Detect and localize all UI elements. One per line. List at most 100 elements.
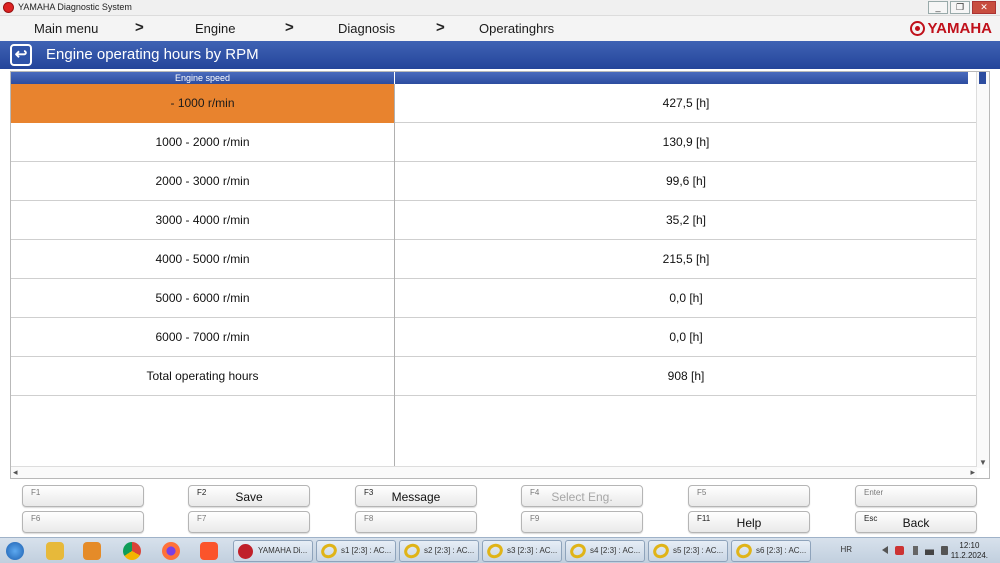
taskbar-task-s4[interactable]: s4 [2:3] : AC... xyxy=(565,540,645,562)
scroll-thumb[interactable] xyxy=(979,72,986,84)
table-row[interactable]: 4000 - 5000 r/min 215,5 [h] xyxy=(11,240,977,279)
task-label: s6 [2:3] : AC... xyxy=(756,546,807,555)
hours-cell: 130,9 [h] xyxy=(662,135,710,149)
start-button-icon[interactable] xyxy=(6,542,24,560)
taskbar: YAMAHA Di... s1 [2:3] : AC... s2 [2:3] :… xyxy=(0,537,1000,563)
function-key-label: F7 xyxy=(197,514,207,523)
chrome-icon[interactable] xyxy=(123,542,141,560)
task-label: YAMAHA Di... xyxy=(258,546,308,555)
taskbar-task-s3[interactable]: s3 [2:3] : AC... xyxy=(482,540,562,562)
flag-icon[interactable] xyxy=(895,546,904,555)
task-label: s3 [2:3] : AC... xyxy=(507,546,558,555)
yamaha-app-icon xyxy=(3,2,14,13)
taskbar-task-s6[interactable]: s6 [2:3] : AC... xyxy=(731,540,811,562)
scroll-left-icon[interactable]: ◂ xyxy=(13,467,18,478)
clock-date: 11.2.2024. xyxy=(950,551,988,560)
total-label-cell: Total operating hours xyxy=(146,369,259,383)
function-key-label: F6 xyxy=(31,514,41,523)
table-row[interactable]: - 1000 r/min 427,5 [h] xyxy=(11,84,977,123)
window-titlebar: YAMAHA Diagnostic System _ ❐ ✕ xyxy=(0,0,1000,16)
ring-icon xyxy=(733,541,755,561)
show-hidden-icons-icon[interactable] xyxy=(882,546,888,554)
function-key-label: Enter xyxy=(864,488,884,497)
task-label: s5 [2:3] : AC... xyxy=(673,546,724,555)
crumb-operatinghrs[interactable]: Operatinghrs xyxy=(479,21,554,36)
f9-button[interactable]: F9 xyxy=(521,511,643,533)
function-key-label: F5 xyxy=(697,488,707,497)
media-player-icon[interactable] xyxy=(83,542,101,560)
select-engine-button[interactable]: F4 Select Eng. xyxy=(521,485,643,507)
table-row[interactable]: 6000 - 7000 r/min 0,0 [h] xyxy=(11,318,977,357)
volume-icon[interactable] xyxy=(941,546,948,555)
firefox-icon[interactable] xyxy=(162,542,180,560)
file-explorer-icon[interactable] xyxy=(46,542,64,560)
f8-button[interactable]: F8 xyxy=(355,511,477,533)
enter-button[interactable]: Enter xyxy=(855,485,977,507)
brand-name: YAMAHA xyxy=(927,20,992,37)
page-header: ↩ Engine operating hours by RPM xyxy=(0,41,1000,69)
f6-button[interactable]: F6 xyxy=(22,511,144,533)
crumb-separator-icon: > xyxy=(135,19,144,36)
crumb-separator-icon: > xyxy=(436,19,445,36)
taskbar-task-s1[interactable]: s1 [2:3] : AC... xyxy=(316,540,396,562)
hours-cell: 99,6 [h] xyxy=(665,174,707,188)
f5-button[interactable]: F5 xyxy=(688,485,810,507)
ring-icon xyxy=(650,541,672,561)
taskbar-task-s5[interactable]: s5 [2:3] : AC... xyxy=(648,540,728,562)
function-key-label: F1 xyxy=(31,488,41,497)
column-divider xyxy=(394,84,395,466)
help-button[interactable]: F11 Help xyxy=(688,511,810,533)
ring-icon xyxy=(318,541,340,561)
table-row[interactable]: 3000 - 4000 r/min 35,2 [h] xyxy=(11,201,977,240)
horizontal-scrollbar[interactable]: ◂ ▸ xyxy=(11,466,977,478)
close-button[interactable]: ✕ xyxy=(972,1,996,14)
network-icon[interactable] xyxy=(925,546,934,555)
column-header-engine-speed: Engine speed xyxy=(11,72,394,84)
breadcrumb: Main menu > Engine > Diagnosis > Operati… xyxy=(0,16,1000,41)
rpm-range-cell: - 1000 r/min xyxy=(11,84,394,123)
taskbar-task-yamaha[interactable]: YAMAHA Di... xyxy=(233,540,313,562)
crumb-diagnosis[interactable]: Diagnosis xyxy=(338,21,395,36)
return-icon[interactable]: ↩ xyxy=(10,44,32,66)
task-label: s2 [2:3] : AC... xyxy=(424,546,475,555)
column-header-hours xyxy=(395,72,968,84)
restore-button[interactable]: ❐ xyxy=(950,1,970,14)
back-button[interactable]: Esc Back xyxy=(855,511,977,533)
rpm-range-cell: 6000 - 7000 r/min xyxy=(155,330,250,344)
table-row[interactable]: 1000 - 2000 r/min 130,9 [h] xyxy=(11,123,977,162)
rpm-range-cell: 5000 - 6000 r/min xyxy=(155,291,250,305)
system-clock[interactable]: 12:10 11.2.2024. xyxy=(951,541,988,561)
save-button[interactable]: F2 Save xyxy=(188,485,310,507)
minimize-button[interactable]: _ xyxy=(928,1,948,14)
table-row-total[interactable]: Total operating hours 908 [h] xyxy=(11,357,977,396)
scroll-down-icon[interactable]: ▼ xyxy=(979,458,987,467)
crumb-engine[interactable]: Engine xyxy=(195,21,235,36)
f7-button[interactable]: F7 xyxy=(188,511,310,533)
f1-button[interactable]: F1 xyxy=(22,485,144,507)
crumb-main-menu[interactable]: Main menu xyxy=(34,21,98,36)
page-title: Engine operating hours by RPM xyxy=(46,46,259,63)
battery-icon[interactable] xyxy=(913,546,918,555)
yamaha-logo: YAMAHA xyxy=(909,20,992,37)
button-label: Back xyxy=(902,516,930,530)
hours-cell: 35,2 [h] xyxy=(665,213,707,227)
hours-cell: 427,5 [h] xyxy=(662,96,710,110)
table-row[interactable]: 2000 - 3000 r/min 99,6 [h] xyxy=(11,162,977,201)
rpm-range-cell: 3000 - 4000 r/min xyxy=(155,213,250,227)
system-tray: HR 12:10 11.2.2024. xyxy=(830,538,1000,563)
taskbar-task-s2[interactable]: s2 [2:3] : AC... xyxy=(399,540,479,562)
operating-hours-table: Engine speed - 1000 r/min 427,5 [h] 1000… xyxy=(10,71,990,479)
message-button[interactable]: F3 Message xyxy=(355,485,477,507)
crumb-separator-icon: > xyxy=(285,19,294,36)
yamaha-task-icon xyxy=(238,544,253,559)
language-indicator[interactable]: HR xyxy=(840,545,852,554)
task-label: s1 [2:3] : AC... xyxy=(341,546,392,555)
table-row[interactable]: 5000 - 6000 r/min 0,0 [h] xyxy=(11,279,977,318)
brave-icon[interactable] xyxy=(200,542,218,560)
scroll-right-icon[interactable]: ▸ xyxy=(970,467,975,478)
ring-icon xyxy=(567,541,589,561)
rpm-range-cell: 4000 - 5000 r/min xyxy=(155,252,250,266)
vertical-scrollbar[interactable]: ▼ xyxy=(976,72,989,468)
window-title: YAMAHA Diagnostic System xyxy=(18,2,132,12)
function-key-label: F8 xyxy=(364,514,374,523)
